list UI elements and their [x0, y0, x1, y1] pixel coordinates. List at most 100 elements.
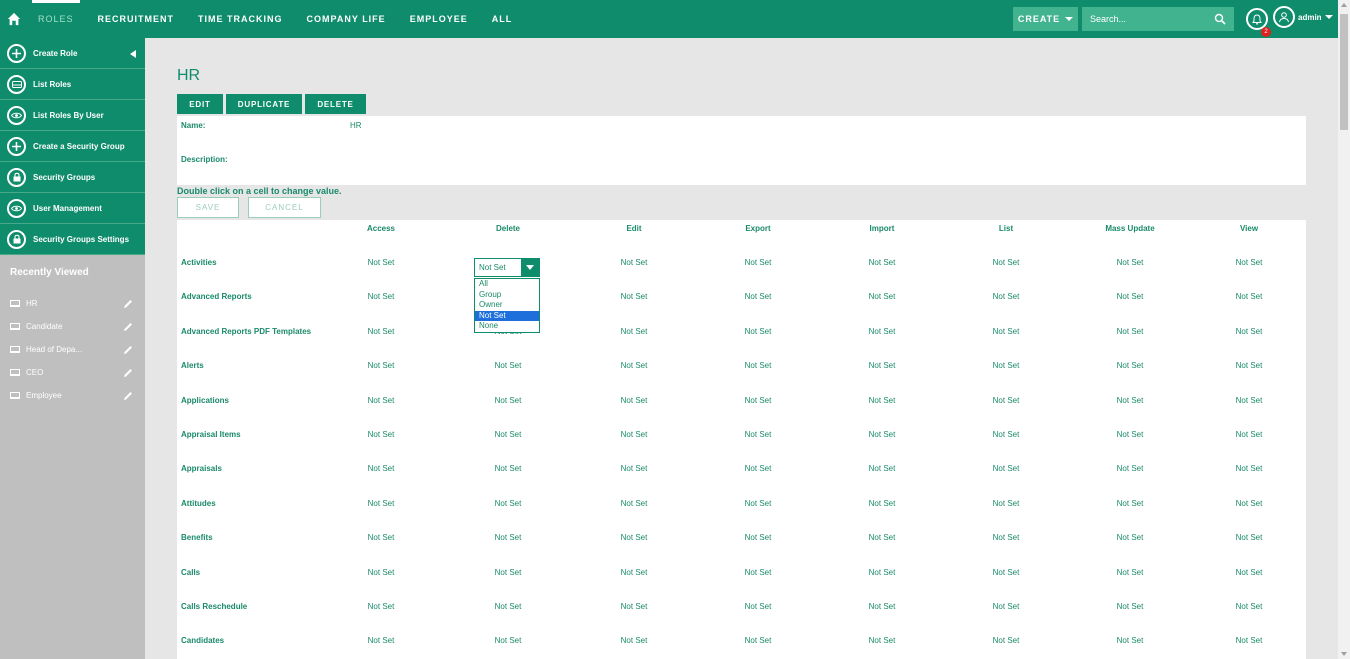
permission-cell[interactable]: Not Set [993, 568, 1020, 577]
permission-cell[interactable]: Not Set [745, 568, 772, 577]
sidebar-security-groups[interactable]: Security Groups [0, 162, 145, 193]
permission-cell[interactable]: Not Set [1236, 602, 1263, 611]
sidebar-security-groups-settings[interactable]: Security Groups Settings [0, 224, 145, 255]
permission-cell[interactable]: Not Set [745, 430, 772, 439]
user-menu[interactable]: admin [1273, 6, 1333, 28]
permission-cell[interactable]: Not Set [1117, 499, 1144, 508]
search-input[interactable]: Search... [1082, 7, 1234, 31]
duplicate-button[interactable]: DUPLICATE [226, 94, 302, 114]
scroll-down-arrow-icon[interactable] [1341, 652, 1347, 656]
option-group[interactable]: Group [475, 290, 539, 301]
permission-cell[interactable]: Not Set [1117, 636, 1144, 645]
permission-cell[interactable]: Not Set [745, 292, 772, 301]
pencil-icon[interactable] [123, 391, 133, 401]
permission-cell[interactable]: Not Set [621, 292, 648, 301]
nav-roles[interactable]: ROLES [26, 0, 86, 38]
permission-cell[interactable]: Not Set [495, 533, 522, 542]
page-scrollbar[interactable] [1338, 0, 1350, 659]
permission-cell[interactable]: Not Set [368, 258, 395, 267]
permission-cell[interactable]: Not Set [745, 396, 772, 405]
permission-cell[interactable]: Not Set [1236, 568, 1263, 577]
permission-cell[interactable]: Not Set [621, 258, 648, 267]
permission-cell[interactable]: Not Set [745, 499, 772, 508]
permission-cell[interactable]: Not Set [993, 499, 1020, 508]
permission-cell[interactable]: Not Set [1117, 464, 1144, 473]
permission-cell[interactable]: Not Set [1117, 602, 1144, 611]
permission-cell[interactable]: Not Set [1117, 361, 1144, 370]
option-not-set[interactable]: Not Set [475, 310, 539, 322]
permission-cell[interactable]: Not Set [368, 568, 395, 577]
option-owner[interactable]: Owner [475, 300, 539, 311]
permission-cell[interactable]: Not Set [993, 602, 1020, 611]
pencil-icon[interactable] [123, 322, 133, 332]
permission-cell[interactable]: Not Set [621, 602, 648, 611]
pencil-icon[interactable] [123, 368, 133, 378]
home-icon[interactable] [2, 0, 26, 38]
permission-cell[interactable]: Not Set [495, 636, 522, 645]
sidebar-list-roles-by-user[interactable]: List Roles By User [0, 100, 145, 131]
permission-cell[interactable]: Not Set [869, 533, 896, 542]
collapse-sidebar-icon[interactable] [130, 50, 136, 58]
dropdown-arrow[interactable] [521, 259, 539, 276]
permission-cell[interactable]: Not Set [993, 430, 1020, 439]
scroll-thumb[interactable] [1340, 14, 1348, 130]
permission-cell[interactable]: Not Set [993, 636, 1020, 645]
permission-cell[interactable]: Not Set [993, 396, 1020, 405]
delete-button[interactable]: DELETE [305, 94, 366, 114]
permission-cell[interactable]: Not Set [869, 636, 896, 645]
permission-cell[interactable]: Not Set [1236, 292, 1263, 301]
pencil-icon[interactable] [123, 299, 133, 309]
recent-item[interactable]: Employee [0, 384, 145, 407]
permission-cell[interactable]: Not Set [1236, 258, 1263, 267]
permission-cell[interactable]: Not Set [1117, 258, 1144, 267]
option-all[interactable]: All [475, 279, 539, 290]
cancel-button[interactable]: CANCEL [248, 197, 321, 218]
permission-cell[interactable]: Not Set [368, 327, 395, 336]
permission-cell[interactable]: Not Set [1236, 430, 1263, 439]
permission-cell[interactable]: Not Set [495, 430, 522, 439]
permission-cell[interactable]: Not Set [993, 533, 1020, 542]
permission-cell[interactable]: Not Set [869, 396, 896, 405]
option-none[interactable]: None [475, 321, 539, 332]
permission-cell[interactable]: Not Set [368, 636, 395, 645]
permission-cell[interactable]: Not Set [1117, 292, 1144, 301]
recent-item[interactable]: Head of Depa... [0, 338, 145, 361]
permission-cell[interactable]: Not Set [745, 327, 772, 336]
permission-cell[interactable]: Not Set [495, 499, 522, 508]
permission-cell[interactable]: Not Set [368, 396, 395, 405]
permission-cell[interactable]: Not Set [621, 327, 648, 336]
permission-cell[interactable]: Not Set [1117, 568, 1144, 577]
permission-cell[interactable]: Not Set [495, 464, 522, 473]
permission-cell[interactable]: Not Set [1236, 464, 1263, 473]
permission-cell[interactable]: Not Set [993, 258, 1020, 267]
permission-cell[interactable]: Not Set [869, 602, 896, 611]
permission-cell[interactable]: Not Set [993, 327, 1020, 336]
permission-cell[interactable]: Not Set [368, 361, 395, 370]
permission-cell[interactable]: Not Set [621, 499, 648, 508]
pencil-icon[interactable] [123, 345, 133, 355]
sidebar-create-role[interactable]: Create Role [0, 38, 145, 69]
permission-cell[interactable]: Not Set [745, 464, 772, 473]
permission-cell[interactable]: Not Set [1236, 327, 1263, 336]
permission-cell[interactable]: Not Set [869, 258, 896, 267]
permission-cell[interactable]: Not Set [869, 568, 896, 577]
permission-cell[interactable]: Not Set [368, 499, 395, 508]
permission-cell[interactable]: Not Set [368, 430, 395, 439]
permission-cell[interactable]: Not Set [621, 396, 648, 405]
permission-cell[interactable]: Not Set [1236, 361, 1263, 370]
permission-cell[interactable]: Not Set [993, 292, 1020, 301]
permission-cell[interactable]: Not Set [745, 636, 772, 645]
permission-select[interactable]: Not Set [474, 258, 540, 277]
permission-cell[interactable]: Not Set [1236, 499, 1263, 508]
search-icon[interactable] [1214, 13, 1226, 25]
permission-cell[interactable]: Not Set [368, 464, 395, 473]
nav-company-life[interactable]: COMPANY LIFE [295, 0, 398, 38]
scroll-up-arrow-icon[interactable] [1341, 3, 1347, 7]
permission-cell[interactable]: Not Set [495, 602, 522, 611]
nav-time-tracking[interactable]: TIME TRACKING [186, 0, 295, 38]
sidebar-user-management[interactable]: User Management [0, 193, 145, 224]
permission-cell[interactable]: Not Set [869, 361, 896, 370]
permission-cell[interactable]: Not Set [869, 327, 896, 336]
permission-cell[interactable]: Not Set [621, 533, 648, 542]
permission-cell[interactable]: Not Set [1117, 327, 1144, 336]
